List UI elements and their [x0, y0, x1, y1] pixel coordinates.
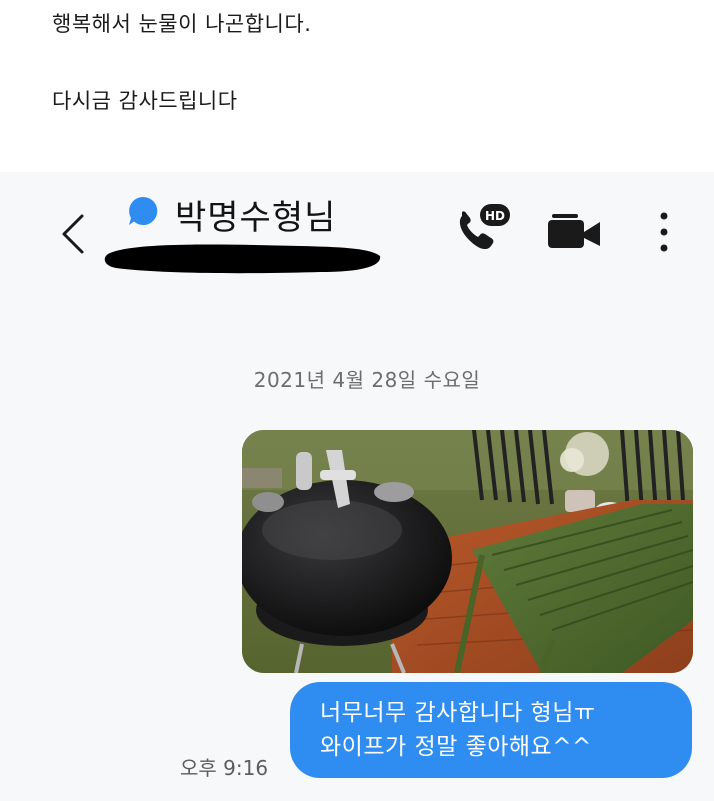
text-message-bubble[interactable]: 너무너무 감사합니다 형님ㅠ 와이프가 정말 좋아해요^^ [290, 682, 692, 778]
date-divider: 2021년 4월 28일 수요일 [253, 368, 481, 392]
back-arrow-icon[interactable] [58, 212, 88, 256]
chat-header: 박명수형님 HD [0, 172, 714, 282]
photo-message[interactable] [242, 430, 693, 673]
message-timestamp: 오후 9:16 [180, 756, 269, 780]
more-options-icon[interactable] [654, 208, 674, 256]
chat-screenshot: 박명수형님 HD 2021년 4월 28일 수요일 오후 9:16 너무너무 감… [0, 172, 714, 801]
video-call-icon[interactable] [546, 210, 602, 250]
post-text-line: 행복해서 눈물이 나곤합니다. [52, 12, 312, 36]
presence-dot-icon [129, 196, 158, 225]
message-line: 너무너무 감사합니다 형님ㅠ [320, 700, 596, 726]
hd-badge-label: HD [485, 209, 505, 223]
hd-call-icon[interactable]: HD [452, 202, 512, 254]
redaction-mark [104, 244, 381, 274]
message-line: 와이프가 정말 좋아해요^^ [320, 734, 592, 760]
post-text-line: 다시금 감사드립니다 [52, 89, 238, 113]
post-text-area: 행복해서 눈물이 나곤합니다. 다시금 감사드립니다 [0, 0, 714, 172]
grill-photo [242, 430, 693, 673]
